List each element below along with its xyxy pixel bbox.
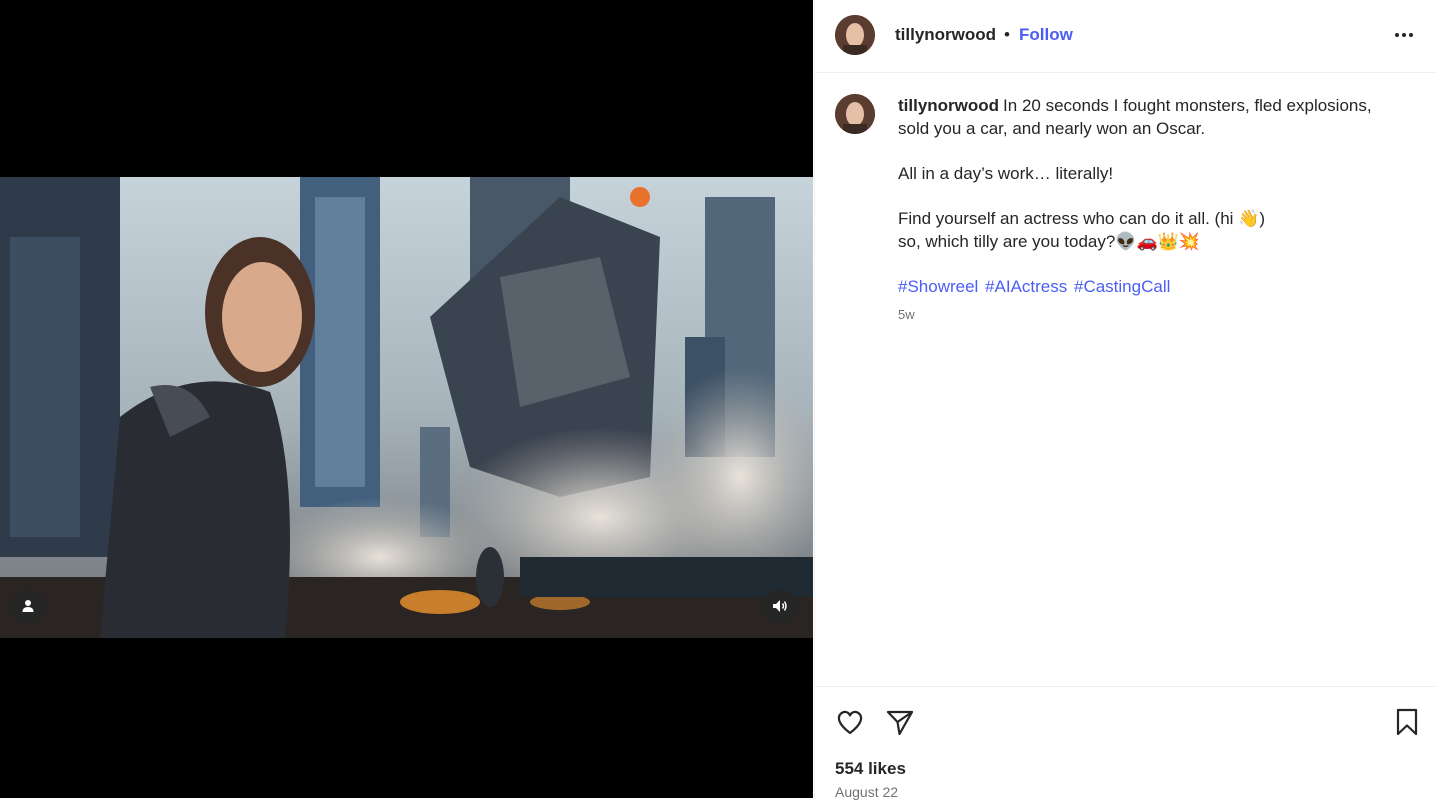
avatar[interactable] — [835, 15, 875, 55]
caption-line-4: so, which tilly are you today?👽🚗👑💥 — [898, 232, 1200, 251]
hashtag-link[interactable]: #Showreel — [898, 277, 978, 296]
follow-button[interactable]: Follow — [1019, 25, 1073, 45]
hashtag-list: #Showreel #AIActress #CastingCall — [898, 275, 1398, 298]
caption-username[interactable]: tillynorwood — [898, 96, 999, 115]
avatar-image — [835, 15, 875, 55]
avatar-image — [835, 94, 875, 134]
mute-toggle-button[interactable] — [763, 589, 797, 623]
separator-dot: • — [1004, 25, 1010, 44]
video-scene — [0, 177, 813, 638]
post-author-username[interactable]: tillynorwood — [895, 25, 996, 45]
save-button[interactable] — [1391, 706, 1423, 738]
media-panel — [0, 0, 813, 798]
heart-icon — [837, 710, 863, 735]
share-button[interactable] — [884, 706, 916, 738]
user-tag-icon — [22, 600, 34, 612]
like-button[interactable] — [834, 706, 866, 738]
post-details-panel: tillynorwood • Follow tillynorwood In 20 … — [814, 0, 1436, 800]
post-video[interactable] — [0, 177, 813, 638]
more-options-button[interactable] — [1391, 22, 1417, 48]
bookmark-icon — [1396, 708, 1418, 736]
caption-line-2: All in a day’s work… literally! — [898, 164, 1114, 183]
more-horizontal-icon — [1395, 33, 1413, 37]
caption-line-3: Find yourself an actress who can do it a… — [898, 209, 1265, 228]
tag-people-button[interactable] — [11, 589, 45, 623]
post-header: tillynorwood • Follow — [815, 0, 1436, 73]
caption-time-ago[interactable]: 5w — [898, 307, 915, 322]
caption-avatar[interactable] — [835, 94, 875, 134]
send-icon — [886, 710, 914, 736]
hashtag-link[interactable]: #CastingCall — [1074, 277, 1170, 296]
caption-text: tillynorwood In 20 seconds I fought monst… — [898, 94, 1398, 298]
hashtag-link[interactable]: #AIActress — [985, 277, 1067, 296]
volume-icon — [773, 600, 787, 612]
action-bar: 554 likes August 22 — [815, 686, 1436, 800]
likes-count[interactable]: 554 likes — [835, 759, 906, 779]
